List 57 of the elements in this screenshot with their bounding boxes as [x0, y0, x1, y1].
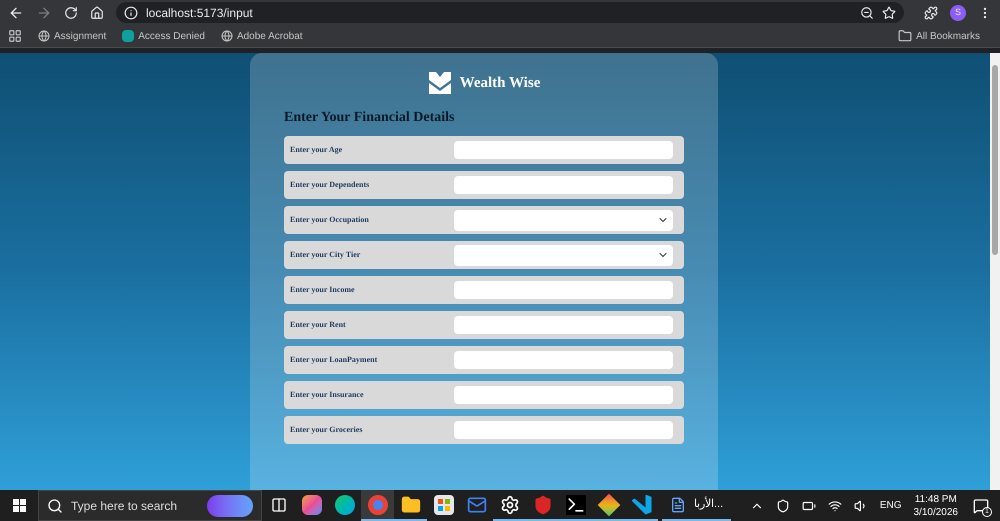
- brand-name: Wealth Wise: [460, 74, 540, 93]
- reload-icon[interactable]: [64, 6, 78, 20]
- language-indicator[interactable]: ENG: [880, 498, 902, 513]
- back-icon[interactable]: [8, 4, 24, 20]
- input-field[interactable]: [454, 176, 673, 194]
- field-label: Enter your Occupation: [290, 214, 370, 226]
- field-label: Enter your Insurance: [290, 389, 364, 401]
- globe-icon: [38, 30, 50, 42]
- task-view-icon[interactable]: [270, 496, 286, 512]
- shield-icon[interactable]: [532, 494, 552, 514]
- logo-icon: [428, 71, 452, 95]
- field-label: Enter your Groceries: [290, 424, 364, 436]
- scrollbar[interactable]: [990, 53, 1000, 490]
- wifi-icon[interactable]: [828, 498, 842, 512]
- shield-tray-icon[interactable]: [776, 498, 790, 512]
- profile-avatar[interactable]: S: [950, 4, 966, 20]
- field-label: Enter your LoanPayment: [290, 354, 378, 366]
- message-icon: [973, 498, 989, 514]
- select-field[interactable]: [454, 210, 673, 230]
- bookmark-star-icon[interactable]: [882, 6, 896, 20]
- folder-icon: [898, 29, 912, 43]
- clock[interactable]: 11:48 PM 3/10/2026: [914, 492, 958, 518]
- zoom-out-icon[interactable]: [860, 6, 874, 20]
- input-field[interactable]: [454, 351, 673, 369]
- field-label: Enter your Income: [290, 284, 356, 296]
- field-label: Enter your Rent: [290, 319, 347, 331]
- input-field[interactable]: [454, 316, 673, 334]
- input-field[interactable]: [454, 421, 673, 439]
- field-label: Enter your Dependents: [290, 179, 370, 191]
- field-label: Enter your Age: [290, 144, 344, 156]
- bookmark-link[interactable]: Access Denied: [122, 28, 205, 44]
- mail-icon[interactable]: [466, 494, 486, 514]
- field-label: Enter your City Tier: [290, 249, 362, 261]
- globe-icon: [220, 30, 233, 42]
- url-text: localhost:5173/input: [146, 4, 254, 22]
- taskbar-document[interactable]: الأربا...: [662, 490, 732, 521]
- form-heading: Enter Your Financial Details: [284, 109, 456, 127]
- taskbar-search-field[interactable]: Type here to search: [38, 490, 262, 521]
- round-browser-icon[interactable]: [368, 494, 388, 514]
- search-icon: [47, 498, 63, 514]
- terminal-icon[interactable]: [566, 494, 586, 514]
- bookmark-link[interactable]: Adobe Acrobat: [220, 28, 303, 44]
- input-field[interactable]: [454, 141, 673, 159]
- input-field[interactable]: [454, 386, 673, 404]
- folder-icon[interactable]: [400, 494, 420, 514]
- all-bookmarks-link[interactable]: All Bookmarks: [898, 28, 980, 44]
- extensions-icon[interactable]: [924, 6, 938, 20]
- address-bar[interactable]: localhost:5173/input: [116, 2, 904, 23]
- select-field[interactable]: [454, 244, 673, 266]
- settings-icon[interactable]: [500, 494, 520, 514]
- input-field[interactable]: [454, 281, 673, 299]
- bookmark-link[interactable]: Assignment: [38, 28, 106, 44]
- site-icon: [122, 30, 134, 42]
- document-icon: [670, 496, 686, 512]
- home-icon[interactable]: [90, 6, 104, 20]
- info-icon: [124, 6, 138, 20]
- apps-grid-icon[interactable]: [8, 29, 22, 43]
